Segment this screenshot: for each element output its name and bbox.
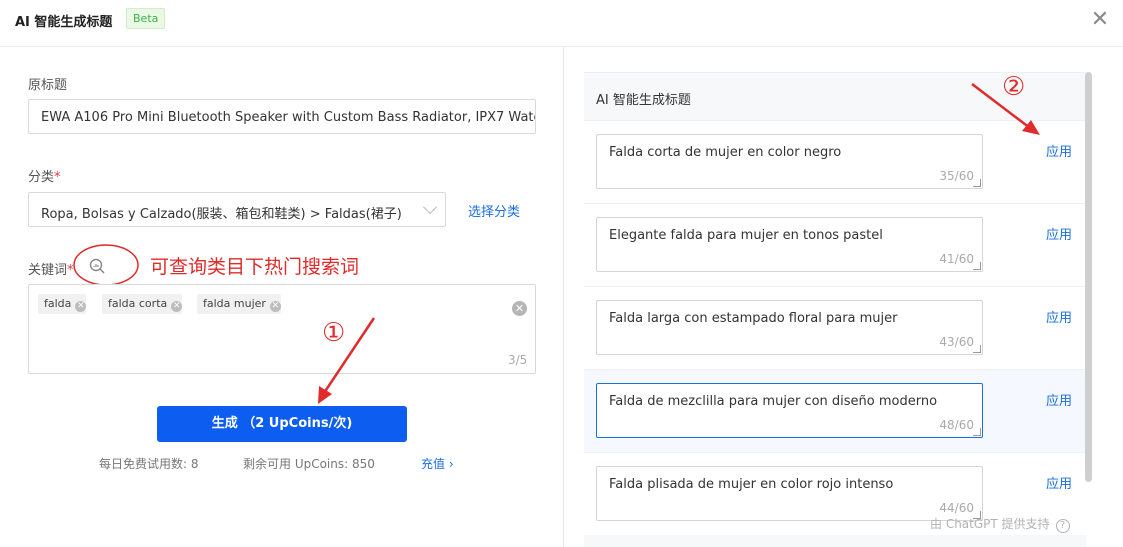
- original-title-value: EWA A106 Pro Mini Bluetooth Speaker with…: [41, 110, 536, 125]
- search-icon[interactable]: [89, 258, 105, 274]
- keyword-tag: falda ✕: [38, 294, 87, 314]
- beta-badge: Beta: [126, 8, 166, 29]
- annotation-circle: [73, 244, 139, 286]
- divider: [563, 47, 564, 547]
- keyword-tag: falda corta ✕: [102, 294, 183, 314]
- category-select[interactable]: Ropa, Bolsas y Calzado(服装、箱包和鞋类) > Falda…: [28, 192, 446, 227]
- apply-button[interactable]: 应用: [1046, 390, 1072, 409]
- chevron-down-icon: [422, 199, 438, 215]
- original-title-label: 原标题: [28, 78, 68, 93]
- daily-free-count: 每日免费试用数: 8: [99, 457, 199, 471]
- remove-tag-icon[interactable]: ✕: [171, 301, 183, 312]
- keywords-label: 关键词*: [28, 263, 74, 278]
- resize-handle[interactable]: [973, 179, 981, 187]
- results-panel: AI 智能生成标题 Falda corta de mujer en color …: [584, 72, 1086, 547]
- ai-title-modal: AI 智能生成标题 Beta ✕ 原标题 EWA A106 Pro Mini B…: [0, 0, 1123, 547]
- required-mark: *: [54, 170, 61, 185]
- apply-button[interactable]: 应用: [1046, 141, 1072, 160]
- result-row: Elegante falda para mujer en tonos paste…: [584, 203, 1086, 286]
- modal-title: AI 智能生成标题: [15, 15, 113, 30]
- annotation-arrow-2: [971, 83, 1040, 135]
- result-textarea[interactable]: Falda de mezclilla para mujer con diseño…: [596, 383, 983, 438]
- powered-by-footer: 由 ChatGPT 提供支持?: [930, 515, 1070, 533]
- result-textarea[interactable]: Falda plisada de mujer en color rojo int…: [596, 466, 983, 521]
- keyword-count: 3/5: [508, 353, 528, 367]
- original-title-input[interactable]: EWA A106 Pro Mini Bluetooth Speaker with…: [28, 99, 536, 134]
- modal-header: AI 智能生成标题 Beta ✕: [0, 0, 1123, 47]
- keywords-input[interactable]: falda ✕ falda corta ✕ falda mujer ✕ ✕ 3/5: [28, 284, 536, 374]
- help-icon[interactable]: ?: [1055, 519, 1070, 533]
- remove-tag-icon[interactable]: ✕: [269, 301, 281, 312]
- keyword-tag: falda mujer ✕: [197, 294, 281, 314]
- result-textarea[interactable]: Falda larga con estampado floral para mu…: [596, 300, 983, 355]
- resize-handle[interactable]: [973, 428, 981, 436]
- scrollbar[interactable]: [1085, 72, 1092, 482]
- results-title: AI 智能生成标题: [596, 93, 691, 108]
- resize-handle[interactable]: [973, 262, 981, 270]
- apply-button[interactable]: 应用: [1046, 473, 1072, 492]
- annotation-arrow-1: [318, 317, 376, 404]
- remaining-upcoins: 剩余可用 UpCoins: 850: [243, 457, 375, 471]
- clear-icon[interactable]: ✕: [512, 301, 527, 316]
- category-label: 分类*: [28, 170, 61, 185]
- result-row: Falda larga con estampado floral para mu…: [584, 286, 1086, 369]
- apply-button[interactable]: 应用: [1046, 224, 1072, 243]
- result-textarea[interactable]: Falda corta de mujer en color negro 35/6…: [596, 134, 983, 189]
- close-icon[interactable]: ✕: [1090, 9, 1110, 31]
- result-row: Falda de mezclilla para mujer con diseño…: [584, 369, 1086, 452]
- choose-category-link[interactable]: 选择分类: [468, 201, 520, 220]
- search-hint-annotation: 可查询类目下热门搜索词: [150, 256, 360, 278]
- generate-button[interactable]: 生成 （2 UpCoins/次): [157, 406, 407, 442]
- result-textarea[interactable]: Elegante falda para mujer en tonos paste…: [596, 217, 983, 272]
- resize-handle[interactable]: [973, 345, 981, 353]
- apply-button[interactable]: 应用: [1046, 307, 1072, 326]
- remove-tag-icon[interactable]: ✕: [75, 301, 87, 312]
- recharge-link[interactable]: 充值 ›: [421, 455, 454, 472]
- category-value: Ropa, Bolsas y Calzado(服装、箱包和鞋类) > Falda…: [41, 207, 402, 222]
